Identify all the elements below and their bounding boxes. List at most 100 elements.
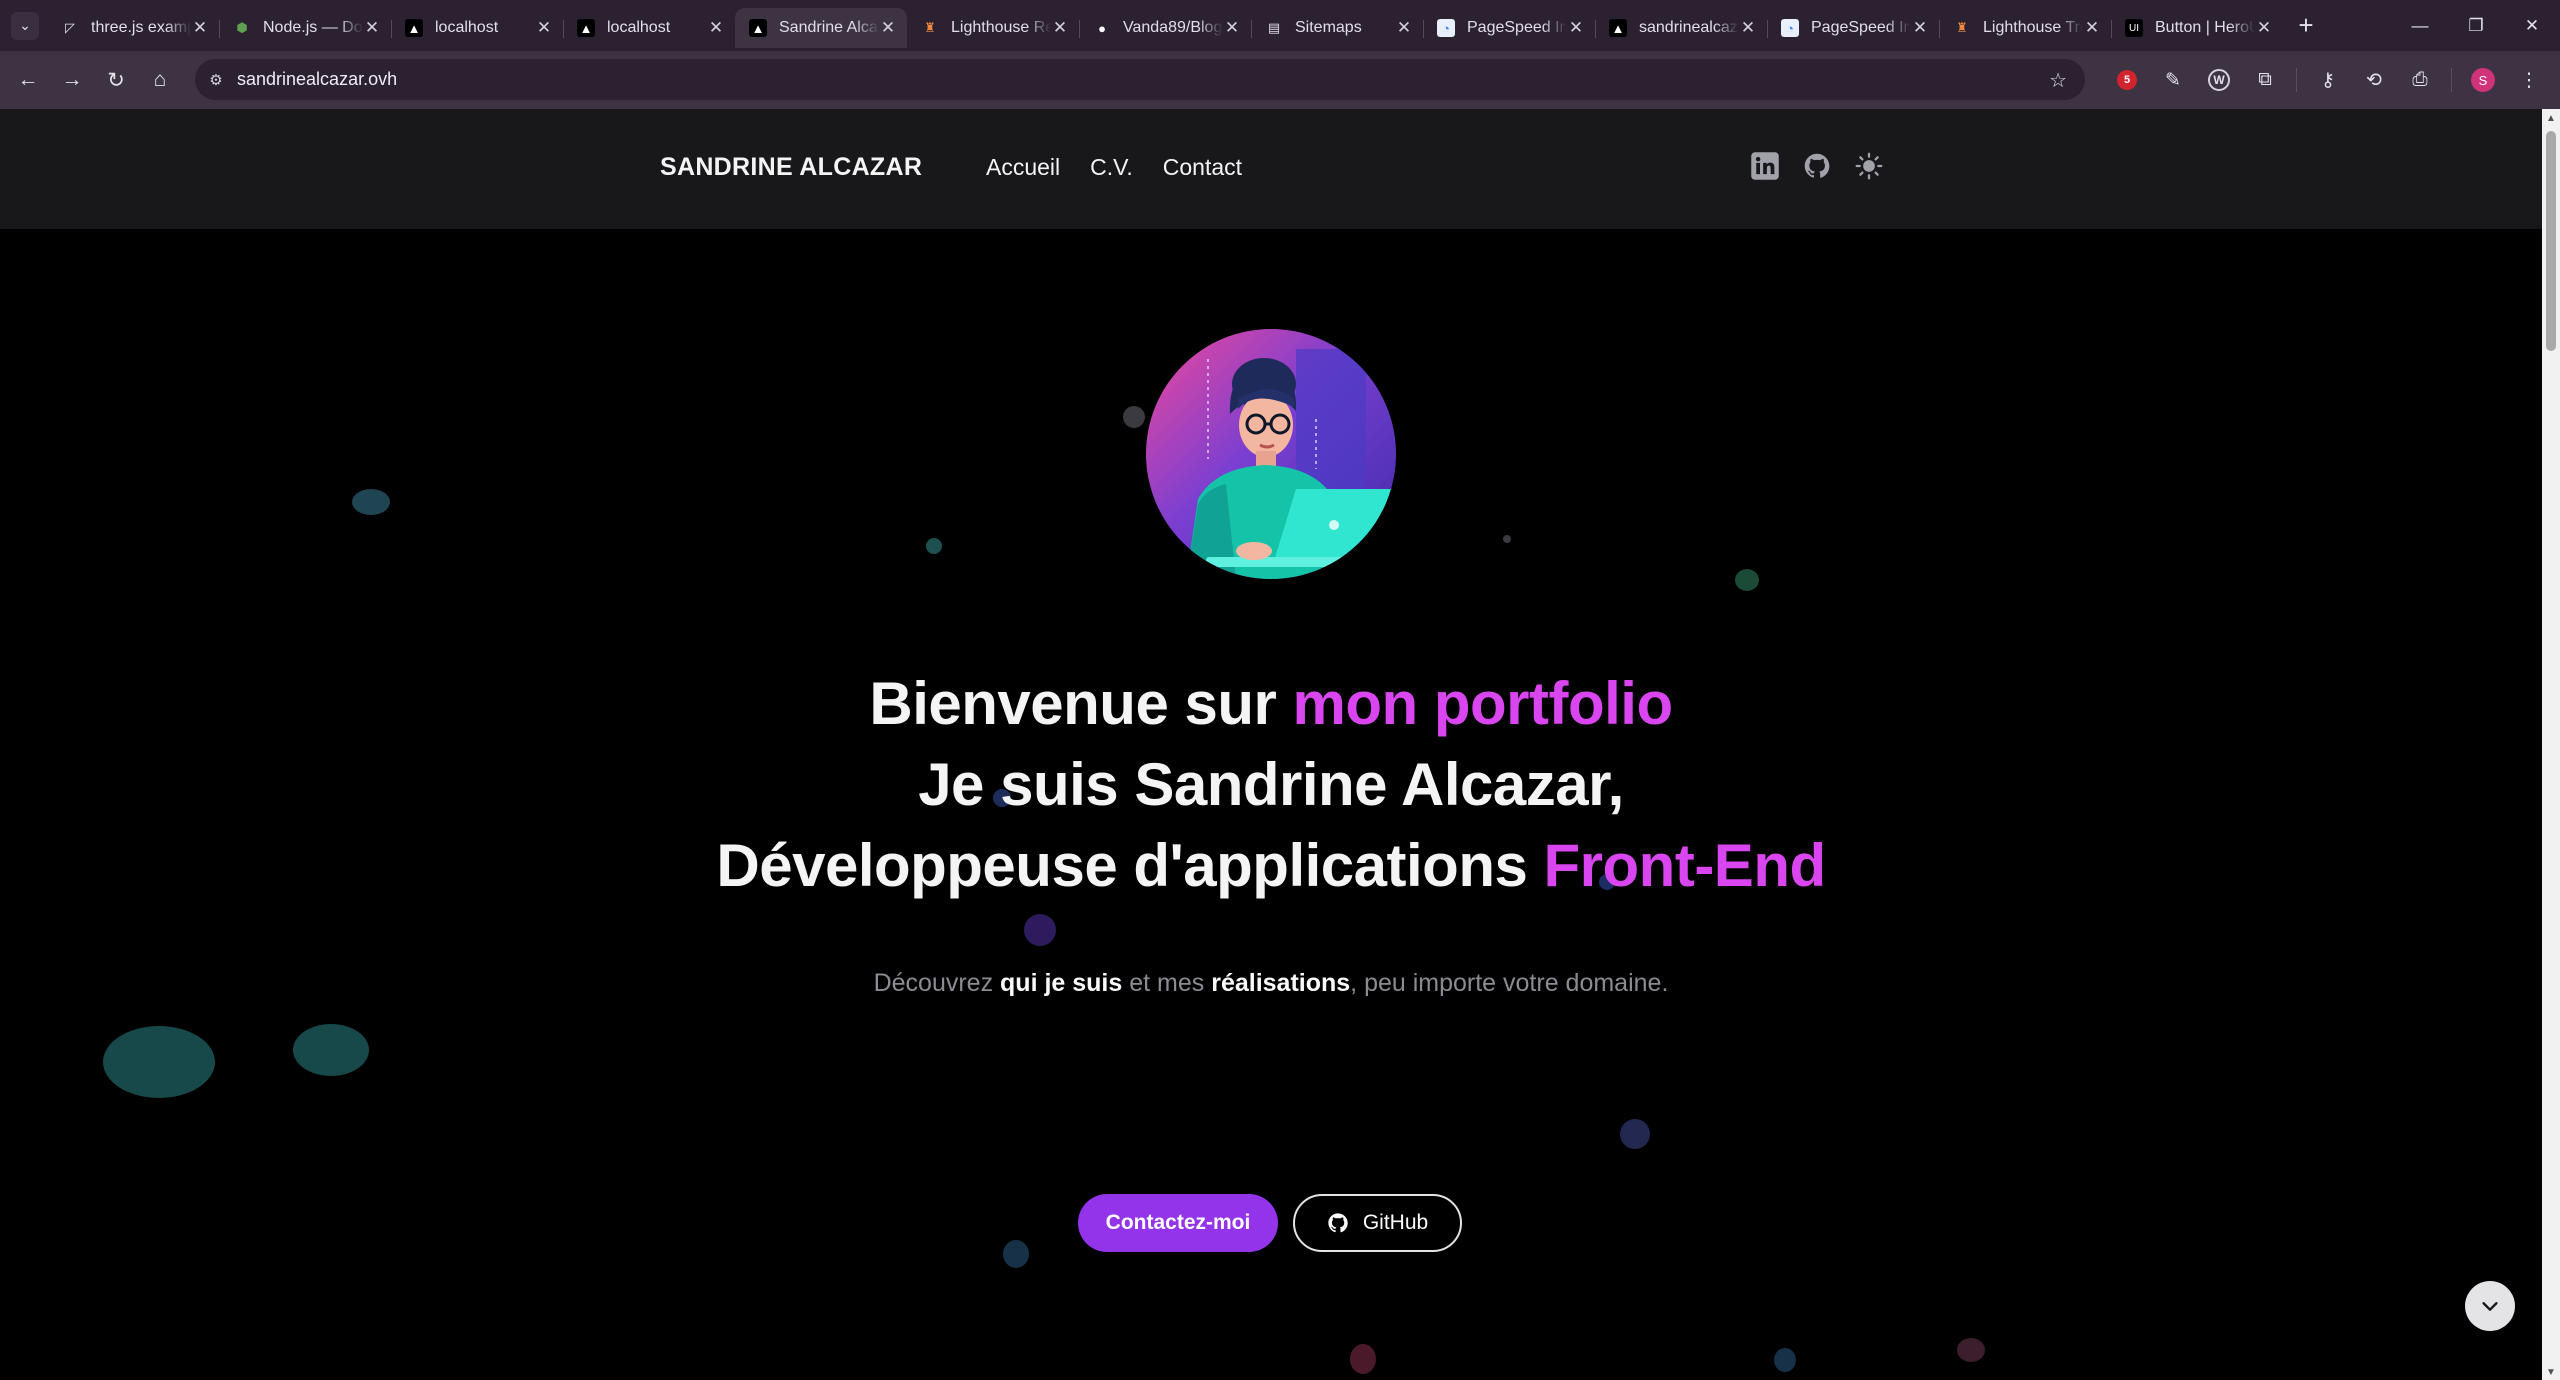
scroll-up-arrow-icon[interactable]: ▲ — [2542, 113, 2560, 124]
address-url[interactable]: sandrinealcazar.ovh — [237, 69, 397, 90]
extensions-puzzle-icon[interactable]: ⧉ — [2242, 69, 2288, 91]
tab-close-icon[interactable]: ✕ — [2255, 18, 2273, 38]
tab-search-button[interactable]: ⌄ — [11, 11, 39, 40]
tab-close-icon[interactable]: ✕ — [1739, 18, 1757, 38]
linkedin-icon[interactable] — [1748, 149, 1782, 183]
profile-avatar[interactable]: S — [2460, 68, 2506, 92]
nodejs-icon: ⬢ — [236, 20, 248, 35]
restore-icon[interactable]: ❐ — [2448, 16, 2504, 36]
decorative-blob — [1003, 1240, 1029, 1268]
headline-accent-frontend: Front-End — [1543, 832, 1827, 899]
browser-tab[interactable]: ♜ Lighthouse Treemap✕ — [1939, 8, 2111, 48]
github-icon — [1328, 1213, 1348, 1233]
tab-title: three.js examples — [91, 19, 191, 36]
page-scrollbar[interactable]: ▲ ▼ — [2542, 109, 2560, 1380]
browser-tab[interactable]: ▤ Sitemaps ✕ — [1251, 8, 1423, 48]
browser-tab[interactable]: ◔ PageSpeed Insights✕ — [1423, 8, 1595, 48]
toolbar-divider — [2296, 68, 2297, 92]
headline-accent-portfolio: mon portfolio — [1292, 670, 1674, 737]
close-window-icon[interactable]: ✕ — [2504, 16, 2560, 36]
site-settings-icon[interactable]: ⚙ — [205, 69, 227, 91]
window-controls: — ❐ ✕ — [2392, 0, 2560, 51]
triangle-icon: ▲ — [1609, 19, 1627, 37]
site-header: SANDRINE ALCAZAR Accueil C.V. Contact — [0, 109, 2542, 229]
forward-button[interactable]: → — [50, 68, 94, 92]
scrollbar-thumb[interactable] — [2546, 131, 2556, 351]
extension-icons: 5 ✎ W ⧉ ⚷ ⟲ ⎙ S ⋮ — [2104, 51, 2552, 109]
tab-close-icon[interactable]: ✕ — [707, 18, 725, 38]
browser-tab[interactable]: ◸ three.js examples✕ — [47, 8, 219, 48]
browser-tab[interactable]: UI Button | HeroUI ✕ — [2111, 8, 2283, 48]
browser-tab[interactable]: ▲ sandrinealcazar✕ — [1595, 8, 1767, 48]
browser-tab[interactable]: ▲ localhost ✕ — [563, 8, 735, 48]
tab-close-icon[interactable]: ✕ — [535, 18, 553, 38]
tab-close-icon[interactable]: ✕ — [1911, 18, 1929, 38]
tab-title: Lighthouse Report — [951, 19, 1051, 36]
tab-list: ◸three.js examples✕⬢Node.js — Download✕▲… — [47, 0, 2283, 51]
tab-close-icon[interactable]: ✕ — [1567, 18, 1585, 38]
nav-link-cv[interactable]: C.V. — [1090, 154, 1133, 181]
lighthouse-icon: ♜ — [924, 20, 936, 35]
browser-tab[interactable]: ▲ Sandrine Alcazar✕ — [735, 8, 907, 48]
minimize-icon[interactable]: — — [2392, 16, 2448, 36]
pagespeed-icon: ◔ — [1437, 19, 1455, 37]
triangle-icon: ▲ — [405, 19, 423, 37]
browser-tab[interactable]: ⬢ Node.js — Download✕ — [219, 8, 391, 48]
print-icon[interactable]: ⎙ — [2397, 69, 2443, 91]
scroll-down-button[interactable] — [2465, 1281, 2515, 1331]
headline-line-2: Je suis Sandrine Alcazar, — [918, 751, 1624, 818]
tab-title: Vanda89/Blog — [1123, 19, 1223, 36]
browser-tab[interactable]: ▲ localhost ✕ — [391, 8, 563, 48]
browser-tab[interactable]: ♜ Lighthouse Report✕ — [907, 8, 1079, 48]
heroui-icon: UI — [2125, 19, 2143, 37]
contact-me-button[interactable]: Contactez-moi — [1078, 1194, 1278, 1252]
tab-close-icon[interactable]: ✕ — [1051, 18, 1069, 38]
headline-line-1: Bienvenue sur mon portfolio — [869, 670, 1674, 737]
history-icon[interactable]: ⟲ — [2351, 69, 2397, 92]
extension-badge-count: 5 — [2117, 70, 2137, 90]
headline-line-3: Développeuse d'applications Front-End — [716, 832, 1827, 899]
tab-close-icon[interactable]: ✕ — [191, 18, 209, 38]
decorative-blob — [1350, 1344, 1376, 1374]
wappalyzer-icon[interactable]: W — [2196, 69, 2242, 91]
theme-toggle-sun-icon[interactable] — [1852, 149, 1886, 183]
github-button[interactable]: GitHub — [1293, 1194, 1462, 1252]
tab-close-icon[interactable]: ✕ — [2083, 18, 2101, 38]
new-tab-button[interactable]: + — [2289, 10, 2323, 41]
address-bar[interactable]: ⚙ sandrinealcazar.ovh ☆ — [195, 59, 2085, 100]
password-key-icon[interactable]: ⚷ — [2305, 69, 2351, 92]
toolbar-divider — [2451, 68, 2452, 92]
triangle-icon: ▲ — [577, 19, 595, 37]
scroll-down-arrow-icon[interactable]: ▼ — [2542, 1367, 2560, 1378]
decorative-blob — [1123, 406, 1145, 428]
header-icons — [1748, 149, 1886, 183]
tab-close-icon[interactable]: ✕ — [879, 18, 897, 38]
browser-menu-icon[interactable]: ⋮ — [2506, 69, 2552, 92]
reload-button[interactable]: ↻ — [94, 68, 138, 93]
site-brand[interactable]: SANDRINE ALCAZAR — [660, 153, 922, 182]
bookmark-star-icon[interactable]: ☆ — [2049, 68, 2067, 93]
back-button[interactable]: ← — [6, 68, 50, 92]
color-picker-icon[interactable]: ✎ — [2150, 69, 2196, 92]
nav-link-contact[interactable]: Contact — [1163, 154, 1242, 181]
home-button[interactable]: ⌂ — [138, 68, 182, 92]
github-icon[interactable] — [1800, 149, 1834, 183]
decorative-blob — [1024, 914, 1056, 946]
hero-avatar-illustration — [1146, 329, 1396, 579]
nav-link-accueil[interactable]: Accueil — [986, 154, 1060, 181]
tab-title: localhost — [435, 19, 499, 36]
decorative-blob — [1620, 1119, 1650, 1149]
site-nav: Accueil C.V. Contact — [986, 154, 1272, 181]
tab-close-icon[interactable]: ✕ — [363, 18, 381, 38]
browser-toolbar: ← → ↻ ⌂ ⚙ sandrinealcazar.ovh ☆ 5 ✎ W ⧉ … — [0, 51, 2560, 109]
github-icon: ● — [1098, 20, 1106, 36]
tab-close-icon[interactable]: ✕ — [1223, 18, 1241, 38]
extension-badge-icon[interactable]: 5 — [2104, 70, 2150, 90]
tab-title: Node.js — Download — [263, 19, 363, 36]
browser-tab[interactable]: ◔ PageSpeed Insights✕ — [1767, 8, 1939, 48]
triangle-icon: ▲ — [749, 19, 767, 37]
browser-tab[interactable]: ● Vanda89/Blog ✕ — [1079, 8, 1251, 48]
hero-subtitle: Découvrez qui je suis et mes réalisation… — [873, 969, 1669, 997]
tab-close-icon[interactable]: ✕ — [1395, 18, 1413, 38]
tab-title: PageSpeed Insights — [1467, 19, 1567, 36]
